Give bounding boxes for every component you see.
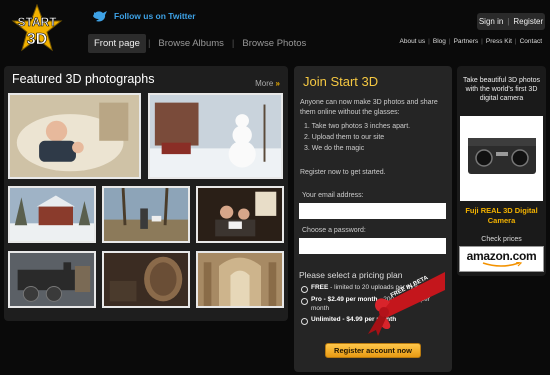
more-link[interactable]: More »	[255, 79, 280, 88]
email-label: Your email address:	[302, 192, 364, 199]
register-link[interactable]: Register	[513, 17, 543, 26]
twitter-follow-link[interactable]: Follow us on Twitter	[92, 9, 196, 23]
snowman-yard-photo[interactable]	[148, 93, 283, 179]
link-about-us[interactable]: About us	[400, 38, 426, 45]
check-prices-label: Check prices	[481, 236, 522, 243]
password-field[interactable]	[299, 238, 446, 254]
nav-separator: |	[231, 38, 235, 49]
logo-line1: START	[17, 15, 57, 29]
steps-list: Take two photos 3 inches apart. Upload t…	[304, 122, 410, 155]
link-partners[interactable]: Partners	[454, 38, 479, 45]
link-press-kit[interactable]: Press Kit	[486, 38, 512, 45]
barrel-cellar-photo[interactable]	[102, 251, 190, 308]
nav-separator: |	[147, 38, 151, 49]
family-reading-photo[interactable]	[196, 186, 284, 243]
pricing-title: Please select a pricing plan	[299, 270, 403, 280]
toplink-separator: |	[514, 38, 517, 45]
plan-name: FREE	[311, 284, 329, 291]
main-nav: Front page | Browse Albums | Browse Phot…	[88, 34, 312, 53]
plan-name: Unlimited - $4.99 per month	[311, 316, 397, 324]
password-label: Choose a password:	[302, 227, 366, 234]
auth-links: Sign in | Register	[477, 13, 545, 30]
ad-product-link[interactable]: Fuji REAL 3D Digital Camera	[460, 206, 543, 226]
toplink-separator: |	[481, 38, 483, 45]
people-in-woods-photo[interactable]	[102, 186, 190, 243]
register-account-button[interactable]: Register account now	[325, 343, 421, 358]
join-title: Join Start 3D	[303, 74, 379, 89]
featured-photos-panel: Featured 3D photographs More »	[4, 66, 288, 321]
toplink-separator: |	[448, 38, 451, 45]
nav-front-page[interactable]: Front page	[88, 34, 146, 53]
twitter-label: Follow us on Twitter	[114, 11, 196, 21]
plan-detail: - limited to 20 uploads per month	[328, 284, 425, 291]
church-interior-photo[interactable]	[196, 251, 284, 308]
register-prompt: Register now to get started.	[300, 169, 386, 176]
join-intro: Anyone can now make 3D photos and share …	[300, 99, 438, 116]
snowy-house-photo[interactable]	[8, 186, 96, 243]
twitter-bird-icon	[93, 11, 107, 22]
featured-title: Featured 3D photographs	[12, 72, 155, 86]
link-contact[interactable]: Contact	[520, 38, 542, 45]
more-label: More	[255, 79, 274, 88]
logo-line2: 3D	[27, 31, 47, 48]
auth-separator: |	[507, 17, 510, 26]
join-panel: Join Start 3D Anyone can now make 3D pho…	[294, 66, 452, 372]
camera-image[interactable]	[460, 116, 543, 201]
signin-link[interactable]: Sign in	[479, 17, 503, 26]
pricing-plans: FREE - limited to 20 uploads per month P…	[301, 284, 447, 328]
nav-browse-albums[interactable]: Browse Albums	[152, 34, 229, 53]
nav-browse-photos[interactable]: Browse Photos	[236, 34, 312, 53]
plan-free-radio[interactable]: FREE - limited to 20 uploads per month	[301, 284, 447, 293]
step-item: Upload them to our site	[304, 133, 410, 144]
plan-unlimited-radio[interactable]: Unlimited - $4.99 per month	[301, 316, 447, 326]
link-blog[interactable]: Blog	[433, 38, 446, 45]
plan-name: Pro - $2.49 per month	[311, 295, 378, 303]
step-item: We do the magic	[304, 144, 410, 155]
top-links: About us | Blog | Partners | Press Kit |…	[400, 38, 543, 45]
steam-locomotive-photo[interactable]	[8, 251, 96, 308]
amazon-smile-icon	[482, 262, 522, 267]
plan-pro-radio[interactable]: Pro - $2.49 per month - 200 uploads per …	[301, 296, 447, 314]
double-chevron-icon: »	[275, 79, 280, 88]
start3d-logo[interactable]: START 3D	[6, 3, 68, 54]
toplink-separator: |	[428, 38, 430, 45]
camera-ad-panel: Take beautiful 3D photos with the world'…	[457, 66, 546, 276]
amazon-wordmark: amazon.com	[466, 249, 537, 263]
email-field[interactable]	[299, 203, 446, 219]
step-item: Take two photos 3 inches apart.	[304, 122, 410, 133]
ad-text: Take beautiful 3D photos with the world'…	[462, 77, 541, 103]
amazon-button[interactable]: amazon.com	[459, 246, 544, 272]
baby-on-pillow-photo[interactable]	[8, 93, 141, 179]
